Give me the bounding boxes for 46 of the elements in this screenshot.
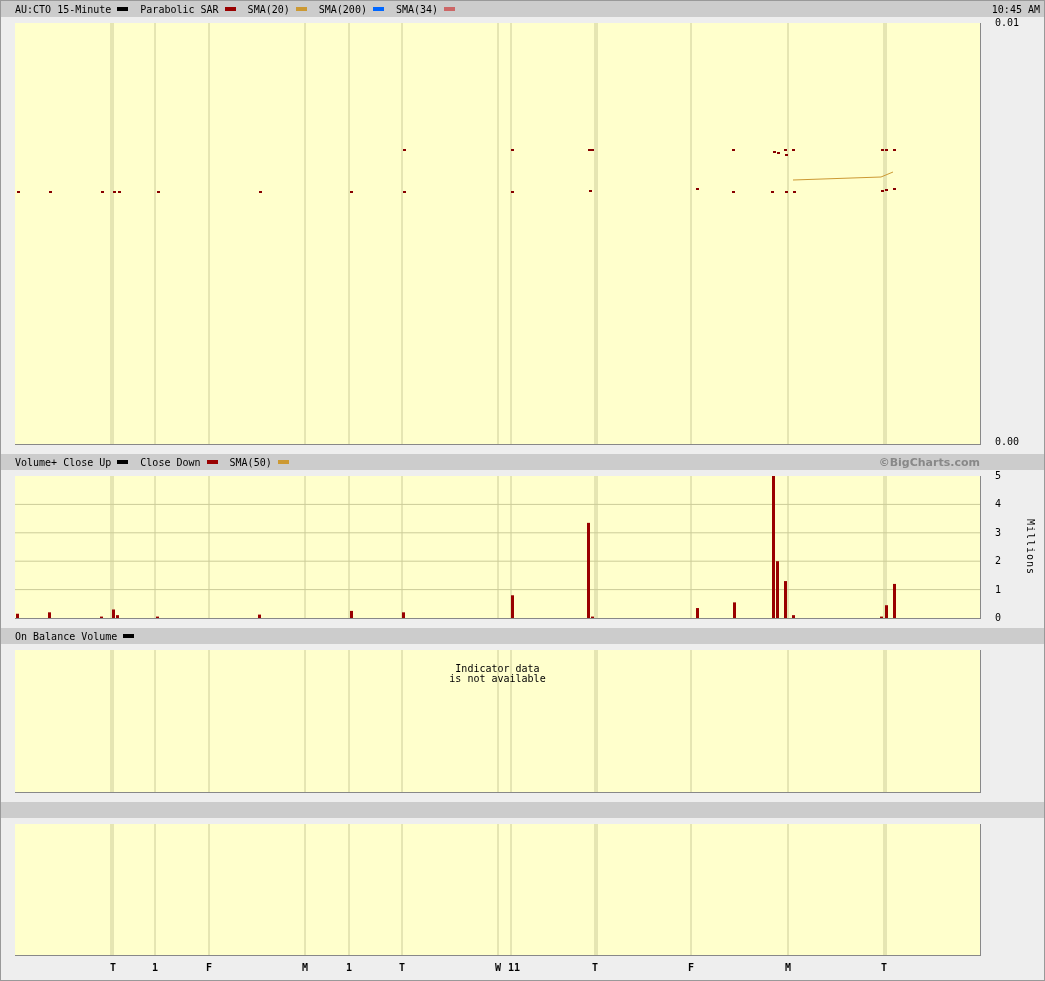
volume-bar [885, 605, 888, 618]
x-axis-label: W [495, 962, 501, 973]
axis-label: 2 [995, 556, 1002, 567]
legend-label: AU:CTO 15-Minute [15, 3, 112, 15]
legend-label: Parabolic SAR [140, 3, 219, 15]
legend-label: SMA(20) [247, 3, 290, 15]
volume-bar [16, 613, 19, 618]
volume-bar [258, 614, 261, 618]
legend-label: SMA(50) [229, 456, 272, 468]
legend-label: SMA(200) [318, 3, 367, 15]
x-axis-label: 1 [152, 962, 158, 973]
axis-label: 0.01 [995, 18, 1020, 28]
legend-label: On Balance Volume [15, 630, 118, 642]
credit-text: ©BigCharts.com [878, 455, 980, 469]
volume-bar [893, 583, 896, 618]
x-axis-label: T [592, 962, 598, 973]
volume-bar [696, 608, 699, 618]
axis-label: 3 [995, 527, 1002, 538]
x-axis-label: F [688, 962, 694, 973]
legend-label: Volume+ [15, 456, 58, 468]
time-label: 10:45 AM [991, 3, 1040, 15]
axis-label: 0 [995, 613, 1002, 623]
axis-title: Millions [1025, 518, 1036, 576]
volume-bar [48, 612, 51, 618]
legend-label: Close Down [140, 456, 201, 468]
axis-label: 5 [995, 471, 1002, 481]
volume-bar [792, 615, 795, 618]
legend-label: SMA(34) [395, 3, 439, 15]
volume-bar [350, 610, 353, 618]
x-axis-label: M [302, 962, 308, 973]
axis-label: 4 [995, 499, 1002, 510]
x-axis-label: F [206, 962, 212, 973]
legend-label: Close Up [63, 456, 112, 468]
volume-bar [733, 602, 736, 618]
volume-bar [402, 612, 405, 618]
x-axis-label: 11 [508, 962, 520, 973]
axis-label: 1 [995, 584, 1002, 595]
x-axis-label: T [881, 962, 887, 973]
axis-label: 0.00 [995, 437, 1020, 447]
x-axis-label: M [785, 962, 791, 973]
x-axis-label: T [399, 962, 405, 973]
volume-bar [784, 581, 787, 618]
volume-bar [511, 595, 514, 618]
x-axis-label: 1 [346, 962, 352, 973]
no-data-message: Indicator data is not available [448, 664, 547, 684]
x-axis-label: T [110, 962, 116, 973]
